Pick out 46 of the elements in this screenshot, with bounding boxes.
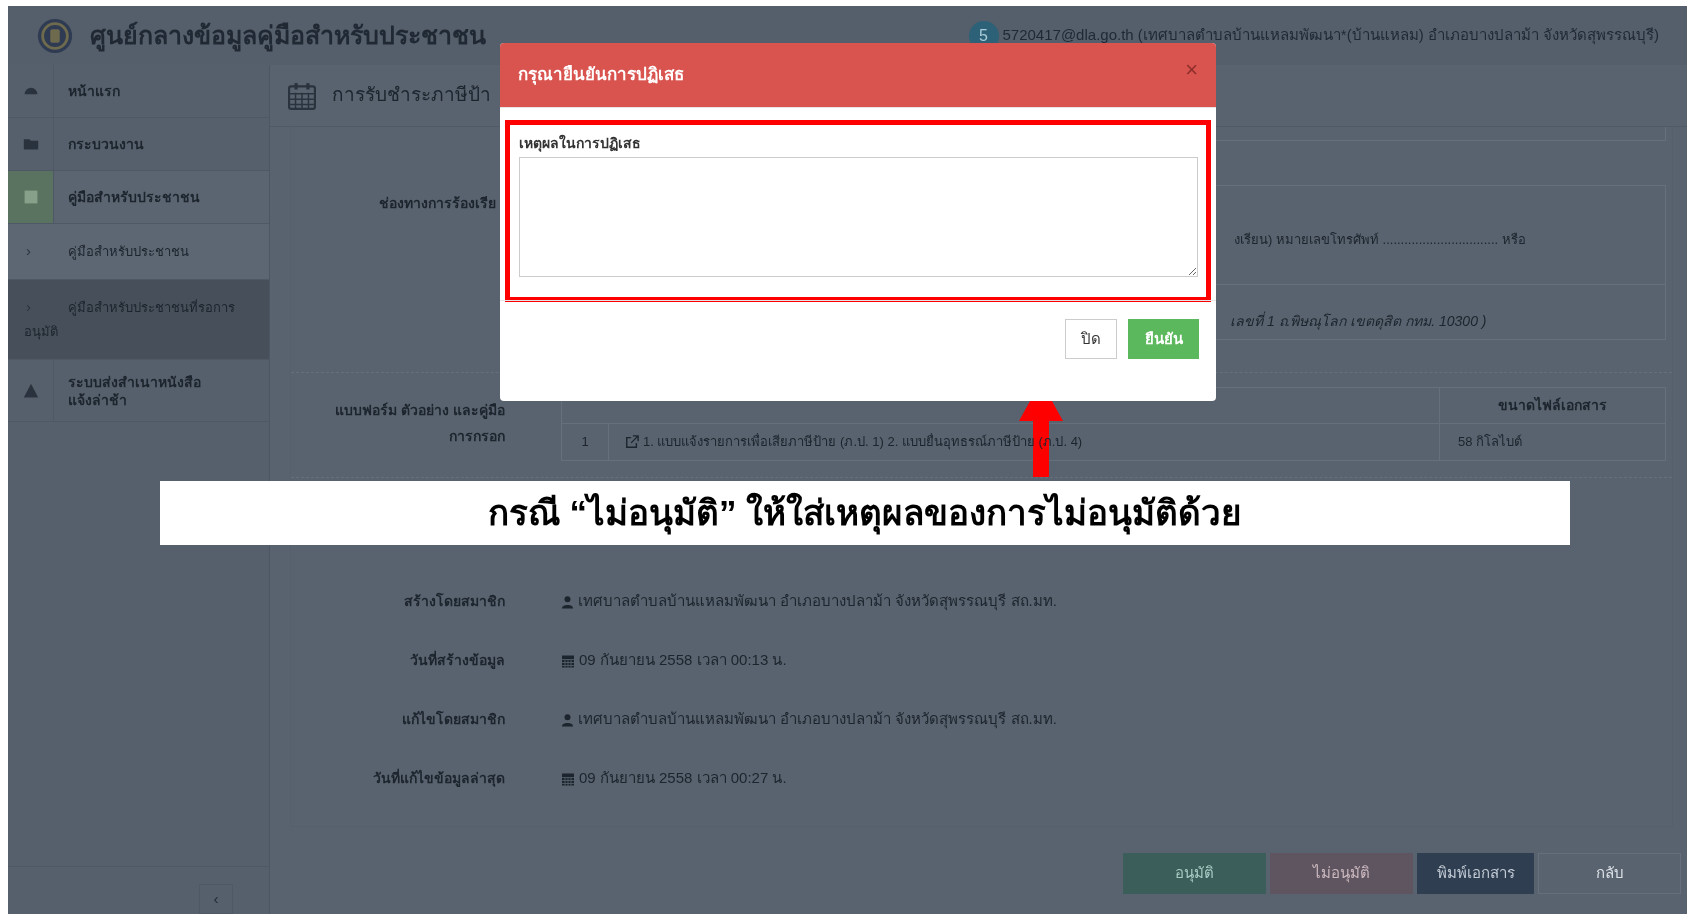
field-label: สร้างโดยสมาชิก bbox=[403, 591, 505, 611]
sidebar-item[interactable]: › คู่มือสำหรับประชาชน bbox=[8, 224, 269, 280]
user-menu[interactable]: 5720417@dla.go.th (เทศบาลตำบลบ้านแหลมพัฒนา*(บ้านแหลม) อำเภอบางปลาม้า จังหวัดสุพรรณบุรี) bbox=[1002, 24, 1659, 47]
table-cell: 1 bbox=[562, 424, 609, 460]
chevron-icon: › bbox=[24, 239, 68, 263]
field-label: แบบฟอร์ม ตัวอย่าง และคู่มือ การกรอก bbox=[334, 401, 505, 446]
field-value: เทศบาลตำบลบ้านแหลมพัฒนา อำเภอบางปลาม้า จังหวัดสุพรรณบุรี สถ.มท. bbox=[578, 709, 1057, 731]
calendar-icon bbox=[288, 81, 316, 110]
calendar-icon bbox=[561, 771, 575, 786]
field-value: 09 กันยายน 2558 เวลา 00:27 น. bbox=[579, 768, 787, 789]
confirm-button[interactable]: ยืนยัน bbox=[1128, 319, 1199, 359]
user-icon bbox=[561, 712, 574, 727]
sidebar-item[interactable]: คู่มือสำหรับประชาชน bbox=[8, 171, 269, 224]
external-link-icon bbox=[625, 435, 639, 449]
book-icon bbox=[22, 189, 39, 205]
sidebar-item[interactable]: ระบบส่งสำเนาหนังสือแจ้งล่าช้า bbox=[8, 360, 269, 422]
print-button[interactable]: พิมพ์เอกสาร bbox=[1417, 853, 1534, 894]
folder-icon bbox=[22, 136, 39, 152]
chevron-icon: › bbox=[24, 295, 68, 319]
page-heading: การรับชำระภาษีป้า bbox=[332, 83, 491, 108]
reason-field[interactable] bbox=[519, 157, 1198, 277]
approve-button[interactable]: อนุมัติ bbox=[1123, 853, 1266, 894]
close-button[interactable]: × bbox=[1183, 59, 1200, 81]
field-value: 09 กันยายน 2558 เวลา 00:13 น. bbox=[579, 650, 787, 671]
field-label: แก้ไขโดยสมาชิก bbox=[401, 709, 505, 729]
table-cell-text: 58 กิโลไบต์ bbox=[1457, 433, 1524, 452]
site-title: ศูนย์กลางข้อมูลคู่มือสำหรับประชาชน bbox=[90, 16, 486, 55]
emblem-icon bbox=[36, 16, 74, 55]
field-value: เทศบาลตำบลบ้านแหลมพัฒนา อำเภอบางปลาม้า จังหวัดสุพรรณบุรี สถ.มท. bbox=[578, 591, 1057, 613]
reject-button[interactable]: ไม่อนุมัติ bbox=[1270, 853, 1413, 894]
collapse-button[interactable]: ‹ bbox=[199, 884, 233, 914]
address-text: เลขที่ 1 ถ.พิษณุโลก เขตดุสิต กทม. 10300 ) bbox=[1230, 310, 1487, 332]
close-button[interactable]: ปิด bbox=[1065, 319, 1117, 359]
sidebar-item[interactable]: หน้าแรก bbox=[8, 65, 269, 118]
field-label: วันที่แก้ไขข้อมูลล่าสุด bbox=[372, 768, 505, 789]
dialog-title: กรุณายืนยันการปฏิเสธ bbox=[518, 64, 684, 87]
warning-icon bbox=[22, 382, 39, 399]
field-label: วันที่สร้างข้อมูล bbox=[409, 650, 505, 671]
field-label: เหตุผลในการปฏิเสธ bbox=[519, 133, 642, 154]
column-header: ขนาดไฟล์เอกสาร bbox=[1497, 396, 1608, 415]
field-label: ช่องทางการร้องเรีย bbox=[378, 194, 496, 213]
back-button[interactable]: กลับ bbox=[1538, 853, 1681, 894]
calendar-icon bbox=[561, 653, 575, 668]
annotation-text: กรณี “ไม่อนุมัติ” ให้ใส่เหตุผลของการไม่อนุมัติด้วย bbox=[487, 486, 1243, 540]
contact-text: งเรียน) หมายเลขโทรศัพท์ ................................ หรือ bbox=[1234, 231, 1526, 250]
user-icon bbox=[561, 594, 574, 609]
